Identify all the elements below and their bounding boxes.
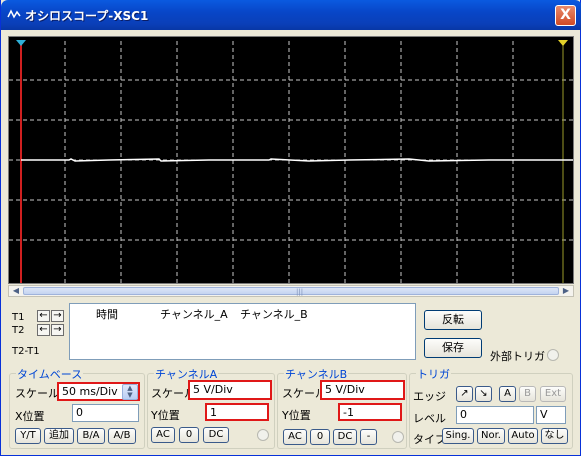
trigger-level-label: レベル <box>413 412 446 425</box>
timebase-spinner-icon[interactable]: ▲ ▼ <box>122 384 138 400</box>
channel-b-scale-field[interactable]: 5 V/Div <box>320 380 405 400</box>
add-button[interactable]: 追加 <box>44 428 74 444</box>
timebase-xpos-value: 0 <box>76 406 83 419</box>
reverse-button[interactable]: 反転 <box>424 310 482 330</box>
channel-b-ac-button[interactable]: AC <box>283 429 307 445</box>
trigger-normal-button[interactable]: Nor. <box>477 428 505 444</box>
t1-label: T1 <box>12 312 25 323</box>
channel-a-dc-button[interactable]: DC <box>203 427 229 443</box>
timebase-xpos-field[interactable]: 0 <box>72 404 139 422</box>
trigger-level-unit-text: V <box>540 408 548 421</box>
scope-grid <box>9 40 573 283</box>
channel-b-radio[interactable] <box>392 431 404 443</box>
trigger-level-unit: V <box>536 406 566 424</box>
channel-b-ypos-label: Y位置 <box>282 409 311 422</box>
trigger-source-a-button[interactable]: A <box>499 386 516 402</box>
close-button[interactable]: X <box>555 5 576 26</box>
oscilloscope-app-icon <box>7 9 21 19</box>
trigger-single-button[interactable]: Sing. <box>442 428 474 444</box>
channel-a-ac-button[interactable]: AC <box>151 427 175 443</box>
timebase-title: タイムベース <box>16 366 84 382</box>
channel-b-ypos-field[interactable]: -1 <box>338 403 402 421</box>
channel-a-ypos-label: Y位置 <box>151 409 180 422</box>
trigger-auto-button[interactable]: Auto <box>508 428 538 444</box>
channel-b-minus-button[interactable]: - <box>360 429 377 445</box>
cursor-t2-marker <box>558 40 568 46</box>
trigger-none-button[interactable]: なし <box>541 428 568 444</box>
t2-label: T2 <box>12 325 25 336</box>
cursor-t1-marker <box>16 40 26 46</box>
channel-a-scale-field[interactable]: 5 V/Div <box>188 380 272 400</box>
channel-b-ypos-value: -1 <box>343 406 354 419</box>
ext-trigger-label: 外部トリガ <box>490 350 545 363</box>
readout-col-channel-b: チャンネル_B <box>240 308 308 321</box>
save-button[interactable]: 保存 <box>424 338 482 358</box>
timebase-scale-label: スケール <box>15 387 59 400</box>
channel-b-zero-button[interactable]: 0 <box>310 429 330 445</box>
t1-right-button[interactable]: → <box>51 310 64 322</box>
ext-trigger-radio[interactable] <box>547 349 559 361</box>
channel-a-radio[interactable] <box>257 429 269 441</box>
window-title: オシロスコープ-XSC1 <box>25 9 149 23</box>
t2-left-button[interactable]: ← <box>37 324 50 336</box>
timebase-xpos-label: X位置 <box>15 410 45 423</box>
trigger-title: トリガ <box>416 366 451 382</box>
channel-b-scale-value: 5 V/Div <box>325 383 365 396</box>
channel-a-ypos-field[interactable]: 1 <box>205 403 269 421</box>
ba-button[interactable]: B/A <box>77 428 105 444</box>
oscilloscope-window: オシロスコープ-XSC1 X ◀ ||| ▶ T1 T2 T2-T1 ← → ←… <box>0 0 581 456</box>
trace-line <box>21 158 573 162</box>
scroll-thumb[interactable]: ||| <box>23 287 559 296</box>
title-bar[interactable]: オシロスコープ-XSC1 X <box>1 0 581 30</box>
horizontal-scrollbar[interactable]: ◀ ||| ▶ <box>8 285 574 297</box>
trigger-source-ext-button[interactable]: Ext <box>540 386 566 402</box>
t2-right-button[interactable]: → <box>51 324 64 336</box>
t2t1-label: T2-T1 <box>12 346 40 357</box>
yt-button[interactable]: Y/T <box>15 428 41 444</box>
channel-a-zero-button[interactable]: 0 <box>179 427 199 443</box>
trigger-level-field[interactable]: 0 <box>456 406 534 424</box>
readout-col-channel-a: チャンネル_A <box>160 308 228 321</box>
timebase-scale-value: 50 ms/Div <box>62 385 118 398</box>
scroll-right-icon[interactable]: ▶ <box>560 286 572 296</box>
trigger-source-b-button[interactable]: B <box>519 386 536 402</box>
scroll-left-icon[interactable]: ◀ <box>10 286 22 296</box>
edge-falling-icon[interactable]: ↘ <box>475 386 492 402</box>
readout-col-time: 時間 <box>96 308 118 321</box>
ab-button[interactable]: A/B <box>108 428 136 444</box>
t1-left-button[interactable]: ← <box>37 310 50 322</box>
channel-b-dc-button[interactable]: DC <box>333 429 357 445</box>
edge-rising-icon[interactable]: ↗ <box>456 386 473 402</box>
channel-a-ypos-value: 1 <box>210 406 217 419</box>
channel-a-scale-value: 5 V/Div <box>193 383 233 396</box>
scope-display[interactable] <box>8 36 574 284</box>
trigger-edge-label: エッジ <box>413 390 446 403</box>
trigger-level-value: 0 <box>460 408 467 421</box>
measurement-readout: 時間 チャンネル_A チャンネル_B <box>69 303 416 360</box>
